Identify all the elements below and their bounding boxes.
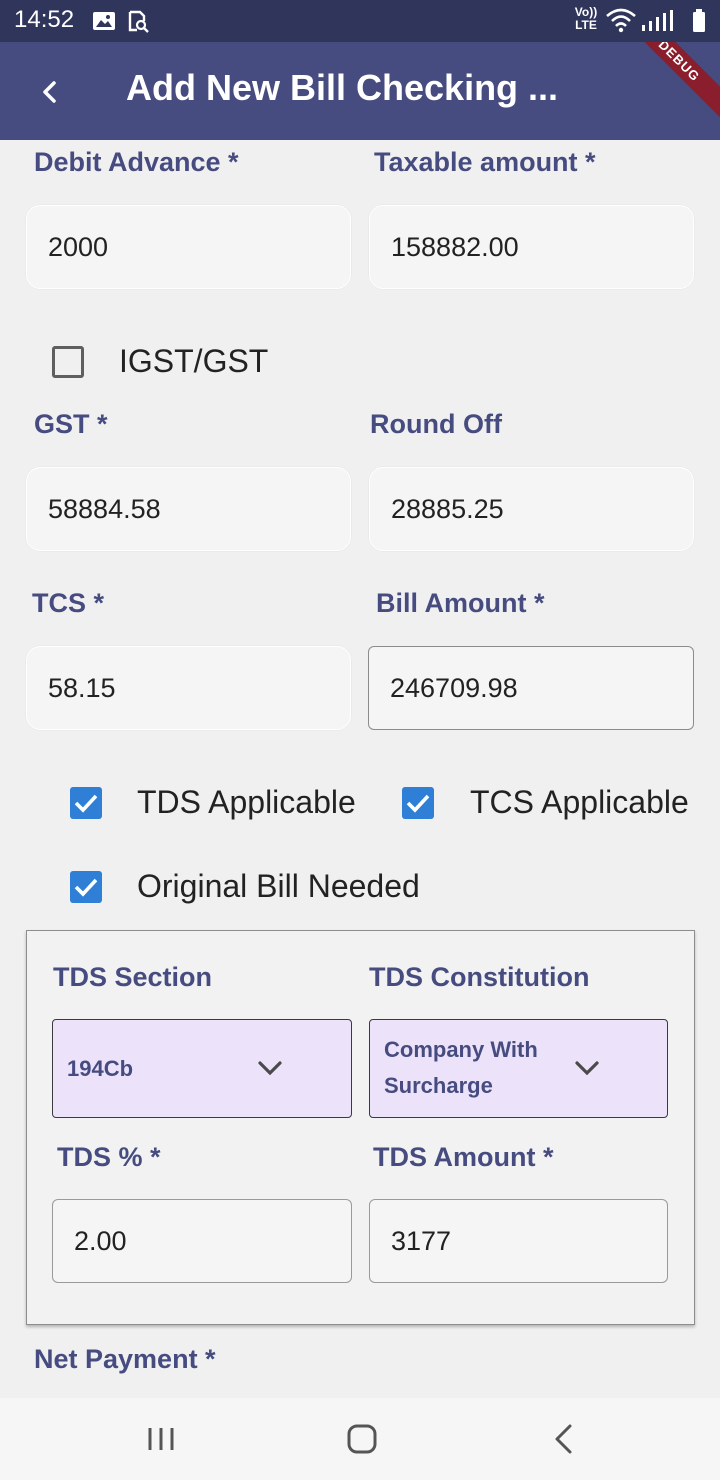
- chevron-down-icon: [258, 1061, 282, 1076]
- bill-amount-label: Bill Amount *: [376, 588, 545, 618]
- page-title: Add New Bill Checking ...: [126, 67, 559, 108]
- tcs-field[interactable]: 58.15: [26, 646, 351, 730]
- search-screenshot-icon: [128, 10, 149, 33]
- taxable-amount-label: Taxable amount *: [374, 147, 596, 177]
- home-icon[interactable]: [346, 1423, 378, 1455]
- debit-advance-label: Debit Advance *: [34, 147, 239, 177]
- tds-constitution-value-line1: Company With: [384, 1037, 538, 1062]
- tcs-applicable-label: TCS Applicable: [470, 784, 689, 820]
- image-icon: [93, 12, 115, 30]
- tds-applicable-checkbox[interactable]: [70, 787, 102, 819]
- status-bar: 14:52 Vo)) LTE: [0, 0, 720, 42]
- wifi-icon: [606, 8, 636, 33]
- original-bill-label: Original Bill Needed: [137, 868, 420, 904]
- tds-percent-label: TDS % *: [57, 1142, 161, 1172]
- battery-icon: [693, 9, 705, 32]
- status-time: 14:52: [14, 6, 75, 33]
- tcs-applicable-checkbox[interactable]: [402, 787, 434, 819]
- igst-checkbox-label: IGST/GST: [119, 343, 269, 379]
- back-arrow-icon[interactable]: [30, 72, 70, 112]
- taxable-amount-field[interactable]: 158882.00: [369, 205, 694, 289]
- tds-section-label: TDS Section: [53, 962, 213, 992]
- app-bar: Add New Bill Checking ... DEBUG: [0, 42, 720, 140]
- tds-amount-label: TDS Amount *: [373, 1142, 554, 1172]
- bill-amount-field[interactable]: 246709.98: [368, 646, 694, 730]
- tcs-label: TCS *: [32, 588, 105, 618]
- chevron-down-icon: [575, 1061, 599, 1076]
- volte-icon: Vo)) LTE: [572, 6, 600, 36]
- checkmark-icon: [74, 794, 98, 813]
- navigation-bar: [0, 1398, 720, 1480]
- round-off-label: Round Off: [370, 409, 502, 439]
- igst-checkbox[interactable]: [52, 346, 84, 378]
- debug-banner: DEBUG: [618, 42, 720, 122]
- checkmark-icon: [74, 878, 98, 897]
- gst-field[interactable]: 58884.58: [26, 467, 351, 551]
- tds-panel: TDS Section TDS Constitution 194Cb Compa…: [26, 930, 695, 1325]
- net-payment-label: Net Payment *: [34, 1344, 216, 1374]
- recent-apps-icon[interactable]: [146, 1425, 176, 1453]
- back-icon[interactable]: [552, 1423, 576, 1455]
- tds-constitution-label: TDS Constitution: [369, 962, 590, 992]
- tds-section-dropdown[interactable]: 194Cb: [52, 1019, 352, 1118]
- gst-label: GST *: [34, 409, 108, 439]
- checkmark-icon: [406, 794, 430, 813]
- original-bill-checkbox[interactable]: [70, 871, 102, 903]
- tds-amount-field[interactable]: 3177: [369, 1199, 668, 1283]
- tds-constitution-dropdown[interactable]: Company With Surcharge: [369, 1019, 668, 1118]
- debit-advance-field[interactable]: 2000: [26, 205, 351, 289]
- tds-section-value: 194Cb: [67, 1056, 134, 1081]
- round-off-field[interactable]: 28885.25: [369, 467, 694, 551]
- signal-icon: [642, 10, 673, 31]
- tds-constitution-value-line2: Surcharge: [384, 1073, 493, 1098]
- tds-percent-field[interactable]: 2.00: [52, 1199, 352, 1283]
- tds-applicable-label: TDS Applicable: [137, 784, 356, 820]
- lte-label: LTE: [575, 18, 597, 32]
